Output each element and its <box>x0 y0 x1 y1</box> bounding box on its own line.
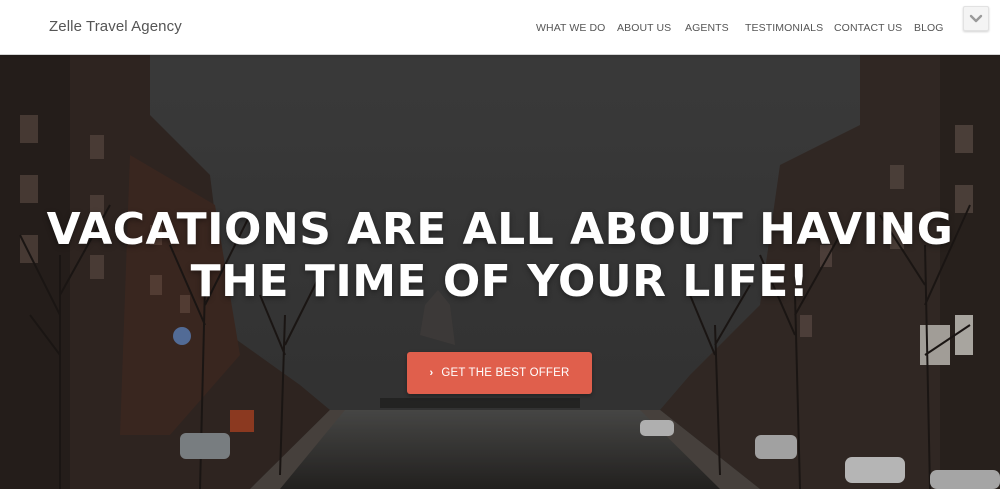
chevron-down-icon <box>969 14 983 22</box>
get-best-offer-button[interactable]: › GET THE BEST OFFER <box>407 352 592 394</box>
hero-headline-line1: VACATIONS ARE ALL ABOUT HAVING <box>46 204 954 255</box>
chevron-right-icon: › <box>429 367 434 379</box>
site-header: Zelle Travel Agency WHAT WE DO ABOUT US … <box>0 0 1000 55</box>
hero-headline-line2: THE TIME OF YOUR LIFE! <box>190 256 810 307</box>
nav-link-contact-us[interactable]: CONTACT US <box>834 22 902 34</box>
hero-headline: VACATIONS ARE ALL ABOUT HAVING THE TIME … <box>0 204 1000 308</box>
get-best-offer-label: GET THE BEST OFFER <box>441 367 570 379</box>
nav-link-what-we-do[interactable]: WHAT WE DO <box>536 22 605 34</box>
nav-link-agents[interactable]: AGENTS <box>685 22 729 34</box>
nav-link-about-us[interactable]: ABOUT US <box>617 22 671 34</box>
nav-link-testimonials[interactable]: TESTIMONIALS <box>745 22 823 34</box>
nav-link-blog[interactable]: BLOG <box>914 22 944 34</box>
collapse-toggle-button[interactable] <box>963 6 989 31</box>
hero-section: VACATIONS ARE ALL ABOUT HAVING THE TIME … <box>0 55 1000 489</box>
main-nav: WHAT WE DO ABOUT US AGENTS TESTIMONIALS … <box>0 22 1000 36</box>
